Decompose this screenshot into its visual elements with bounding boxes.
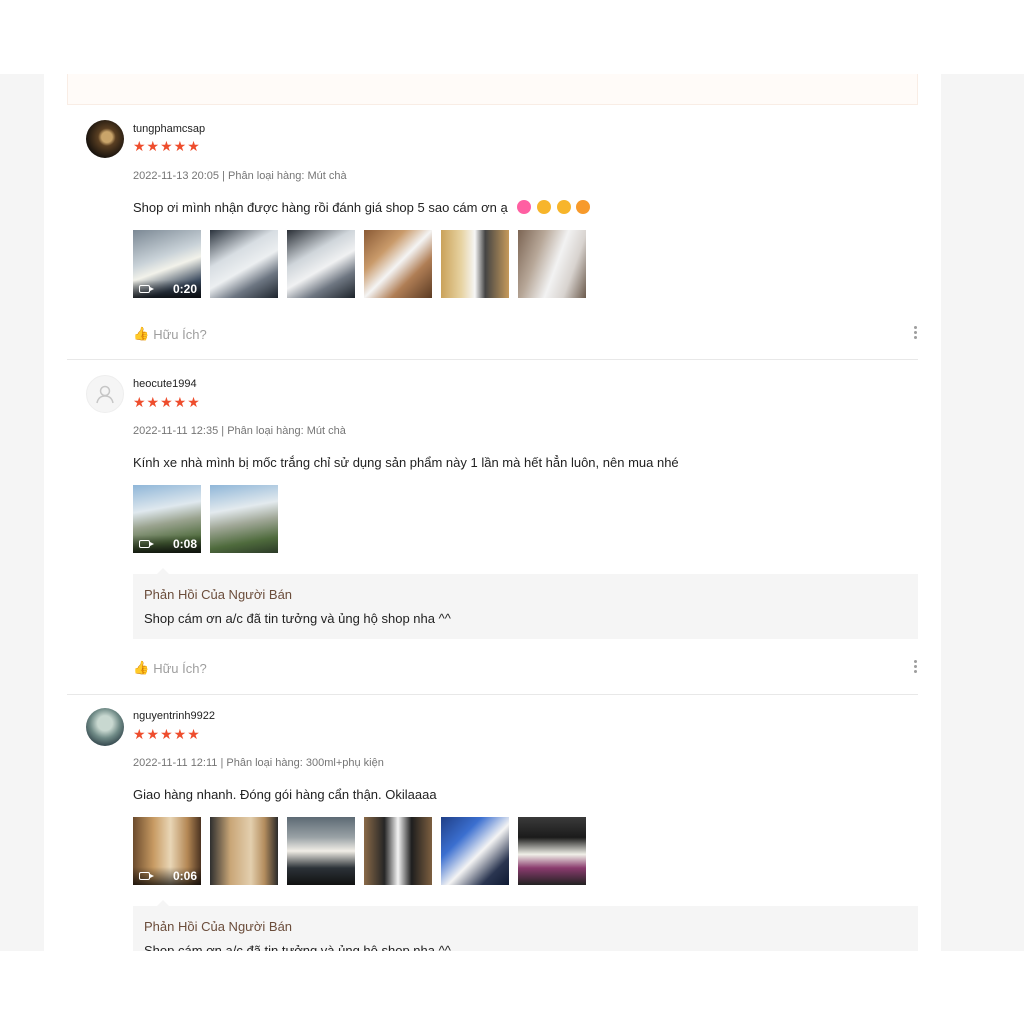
thumbs-up-icon: 👍 xyxy=(133,660,150,675)
star-rating: ★★★★★ xyxy=(133,138,201,154)
review-image-thumbnail[interactable] xyxy=(518,817,586,885)
review-author[interactable]: heocute1994 xyxy=(133,378,197,390)
review-meta: 2022-11-11 12:35 | Phân loại hàng: Mút c… xyxy=(133,425,346,437)
review-author[interactable]: nguyentrinh9922 xyxy=(133,710,215,722)
review-meta: 2022-11-13 20:05 | Phân loại hàng: Mút c… xyxy=(133,170,347,182)
helpful-label: Hữu Ích? xyxy=(153,326,207,342)
user-icon xyxy=(96,385,114,404)
review-image-thumbnail[interactable] xyxy=(441,230,509,298)
avatar[interactable] xyxy=(86,120,124,158)
review-image-thumbnail[interactable] xyxy=(364,230,432,298)
more-options-icon[interactable] xyxy=(914,660,918,673)
avatar[interactable] xyxy=(86,708,124,746)
review-video-thumbnail[interactable]: 0:06 xyxy=(133,817,201,885)
video-camera-icon xyxy=(139,872,154,880)
thumbs-up-icon: 👍 xyxy=(133,326,150,341)
rating-filter-bar xyxy=(67,74,918,105)
helpful-label: Hữu Ích? xyxy=(153,660,207,676)
video-overlay: 0:06 xyxy=(133,867,201,885)
seller-reply: Phản Hồi Của Người Bán Shop cám ơn a/c đ… xyxy=(133,568,918,639)
heart-icon xyxy=(517,200,532,214)
avatar[interactable] xyxy=(86,375,124,413)
seller-reply-title: Phản Hồi Của Người Bán xyxy=(144,919,293,934)
review-image-thumbnail[interactable] xyxy=(210,230,278,298)
seller-reply-text: Shop cám ơn a/c đã tin tưởng và ủng hộ s… xyxy=(144,611,451,626)
review-divider xyxy=(67,694,918,695)
review-media-list: 0:20 xyxy=(133,230,586,298)
video-duration: 0:20 xyxy=(172,282,197,296)
video-overlay: 0:08 xyxy=(133,535,201,553)
review-video-thumbnail[interactable]: 0:08 xyxy=(133,485,201,553)
smiling-hearts-icon xyxy=(576,200,591,214)
review-image-thumbnail[interactable] xyxy=(287,817,355,885)
review-divider xyxy=(67,359,918,360)
review-image-thumbnail[interactable] xyxy=(287,230,355,298)
review-media-list: 0:06 xyxy=(133,817,586,885)
helpful-button[interactable]: 👍 Hữu Ích? xyxy=(133,660,207,676)
video-overlay: 0:20 xyxy=(133,280,201,298)
review-image-thumbnail[interactable] xyxy=(364,817,432,885)
seller-reply-text: Shop cám ơn a/c đã tin tưởng và ủng hộ s… xyxy=(144,943,451,951)
star-rating: ★★★★★ xyxy=(133,394,201,410)
review-text: Shop ơi mình nhận được hàng rồi đánh giá… xyxy=(133,200,508,215)
review-image-thumbnail[interactable] xyxy=(518,230,586,298)
seller-reply-title: Phản Hồi Của Người Bán xyxy=(144,587,293,602)
video-duration: 0:08 xyxy=(172,537,197,551)
reviews-panel: tungphamcsap ★★★★★ 2022-11-13 20:05 | Ph… xyxy=(44,74,941,951)
review-text: Giao hàng nhanh. Đóng gói hàng cẩn thận.… xyxy=(133,787,437,802)
video-duration: 0:06 xyxy=(172,869,197,883)
review-author[interactable]: tungphamcsap xyxy=(133,123,205,135)
star-rating: ★★★★★ xyxy=(133,726,201,742)
review-text: Kính xe nhà mình bị mốc trắng chỉ sử dụn… xyxy=(133,455,679,470)
more-options-icon[interactable] xyxy=(914,326,918,339)
video-camera-icon xyxy=(139,285,154,293)
seller-reply: Phản Hồi Của Người Bán Shop cám ơn a/c đ… xyxy=(133,900,918,951)
review-image-thumbnail[interactable] xyxy=(441,817,509,885)
helpful-button[interactable]: 👍 Hữu Ích? xyxy=(133,326,207,342)
bottom-margin xyxy=(0,951,1024,1024)
heart-eyes-icon xyxy=(536,200,551,214)
review-media-list: 0:08 xyxy=(133,485,278,553)
review-video-thumbnail[interactable]: 0:20 xyxy=(133,230,201,298)
review-content: Shop ơi mình nhận được hàng rồi đánh giá… xyxy=(133,200,591,215)
review-image-thumbnail[interactable] xyxy=(210,817,278,885)
video-camera-icon xyxy=(139,540,154,548)
top-margin xyxy=(0,0,1024,74)
heart-eyes-icon xyxy=(556,200,571,214)
review-meta: 2022-11-11 12:11 | Phân loại hàng: 300ml… xyxy=(133,757,384,769)
review-image-thumbnail[interactable] xyxy=(210,485,278,553)
